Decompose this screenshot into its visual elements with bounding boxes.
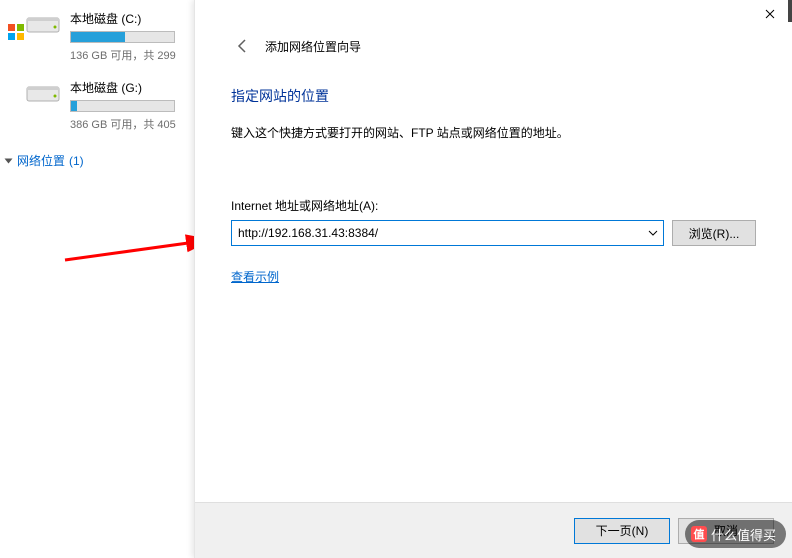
add-network-location-wizard: 添加网络位置向导 指定网站的位置 键入这个快捷方式要打开的网站、FTP 站点或网… bbox=[194, 0, 792, 558]
browse-button[interactable]: 浏览(R)... bbox=[672, 220, 756, 246]
drive-name: 本地磁盘 (C:) bbox=[70, 10, 176, 27]
url-input[interactable] bbox=[231, 220, 664, 246]
drive-name: 本地磁盘 (G:) bbox=[70, 79, 176, 96]
drive-stats: 136 GB 可用，共 299 bbox=[70, 47, 176, 63]
view-example-link[interactable]: 查看示例 bbox=[231, 268, 279, 285]
drive-usage-bar bbox=[70, 31, 175, 43]
chevron-down-icon bbox=[5, 158, 13, 163]
drive-icon bbox=[26, 79, 60, 107]
next-button[interactable]: 下一页(N) bbox=[574, 518, 670, 544]
close-button[interactable] bbox=[747, 0, 792, 28]
section-label: 网络位置 bbox=[17, 152, 65, 169]
wizard-heading: 指定网站的位置 bbox=[231, 86, 756, 106]
windows-logo-icon bbox=[8, 24, 24, 40]
drive-usage-bar bbox=[70, 100, 175, 112]
watermark-badge: 值 什么值得买 bbox=[685, 520, 786, 548]
wizard-description: 键入这个快捷方式要打开的网站、FTP 站点或网络位置的地址。 bbox=[231, 124, 756, 141]
url-field-label: Internet 地址或网络地址(A): bbox=[231, 197, 756, 214]
watermark-icon: 值 bbox=[691, 526, 707, 542]
window-edge bbox=[788, 0, 792, 22]
drive-icon bbox=[26, 10, 60, 38]
watermark-text: 什么值得买 bbox=[711, 525, 776, 544]
section-count: (1) bbox=[69, 154, 84, 168]
back-button[interactable] bbox=[231, 34, 255, 58]
wizard-title: 添加网络位置向导 bbox=[265, 38, 361, 55]
drive-stats: 386 GB 可用，共 405 bbox=[70, 116, 176, 132]
